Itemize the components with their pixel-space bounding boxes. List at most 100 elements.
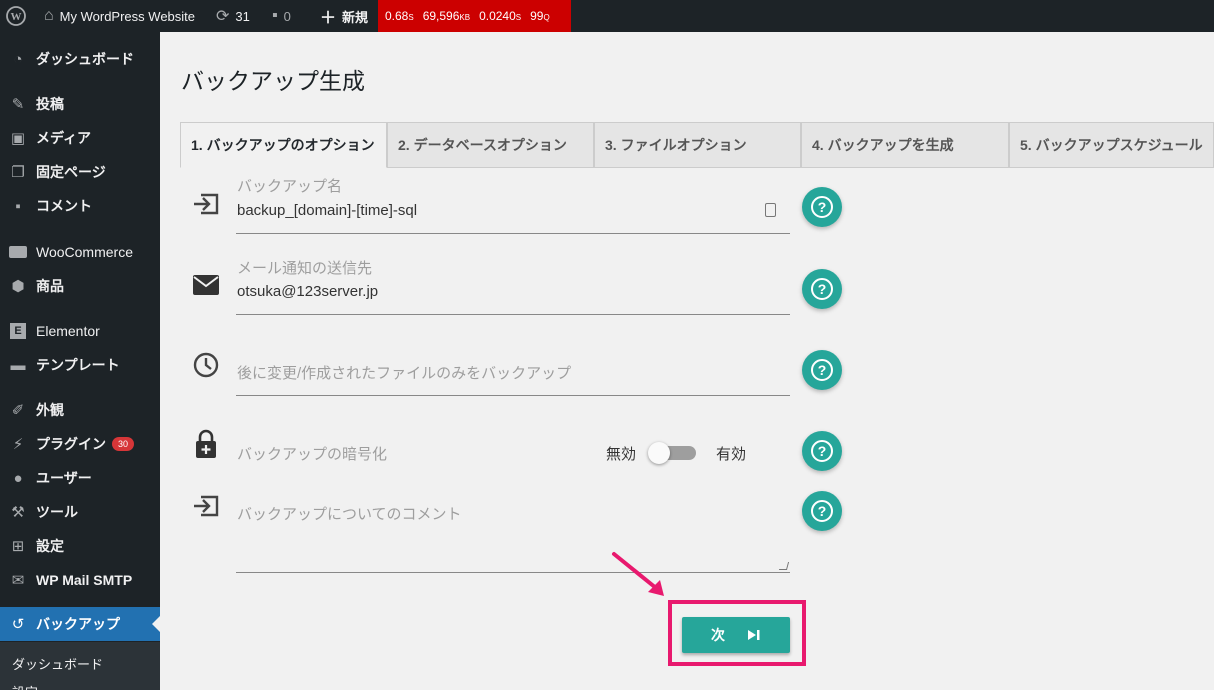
sidebar-item-backup[interactable]: ↺ バックアップ — [0, 607, 160, 641]
next-button-label: 次 — [711, 627, 725, 643]
email-input[interactable]: otsuka@123server.jp — [236, 276, 790, 315]
plugin-update-badge: 30 — [112, 437, 135, 451]
sidebar-item-label: コメント — [36, 198, 92, 214]
sidebar-item-wp-mail-smtp[interactable]: ✉ WP Mail SMTP — [0, 563, 160, 597]
admin-bar: W ⌂ My WordPress Website ⟳ 31 ▪ 0 ＋ 新規 0… — [0, 0, 1214, 32]
sidebar-item-posts[interactable]: ✎ 投稿 — [0, 87, 160, 121]
settings-icon: ⊞ — [11, 538, 25, 555]
submenu-item-dashboard[interactable]: ダッシュボード — [12, 654, 103, 673]
backup-name-input[interactable]: backup_[domain]-[time]-sql — [236, 196, 790, 234]
comment-icon: ▪ — [15, 197, 21, 215]
resize-handle-icon[interactable] — [778, 562, 790, 570]
updates-link[interactable]: ⟳ 31 — [216, 0, 250, 32]
sidebar-item-label: ダッシュボード — [36, 51, 134, 67]
pages-icon: ❐ — [11, 164, 25, 181]
comment-bubble-icon: ▪ — [272, 7, 278, 24]
sidebar-item-woocommerce[interactable]: WooCommerce — [0, 235, 160, 269]
wordpress-logo-icon[interactable]: W — [6, 0, 26, 32]
encryption-on-label: 有効 — [716, 446, 747, 463]
backup-icon: ↺ — [11, 616, 25, 633]
comment-textarea[interactable]: バックアップについてのコメント — [236, 496, 790, 573]
help-button-encryption[interactable]: ? — [802, 431, 842, 471]
sidebar-item-label: ユーザー — [36, 470, 92, 486]
plugin-icon: ⚡ — [12, 436, 24, 453]
sidebar-item-label: メディア — [36, 130, 92, 146]
sidebar-item-settings[interactable]: ⊞ 設定 — [0, 529, 160, 563]
modified-files-input[interactable]: 後に変更/作成されたファイルのみをバックアップ — [236, 356, 790, 396]
sidebar-item-label: Elementor — [36, 323, 100, 339]
user-icon: ● — [13, 469, 23, 487]
tab-backup-options[interactable]: 1. バックアップのオプション — [180, 122, 387, 168]
qm-memory: 69,596KB — [422, 9, 471, 23]
email-icon — [190, 271, 222, 299]
sidebar-item-comments[interactable]: ▪ コメント — [0, 189, 160, 223]
sidebar-item-label: ツール — [36, 504, 78, 520]
sidebar-item-label: WP Mail SMTP — [36, 572, 133, 588]
query-monitor-stats[interactable]: 0.68S 69,596KB 0.0240S 99Q — [378, 0, 571, 32]
autofill-icon[interactable] — [765, 203, 776, 217]
backup-name-label: バックアップ名 — [237, 178, 343, 195]
brush-icon: ✐ — [11, 402, 25, 419]
help-button-email[interactable]: ? — [802, 269, 842, 309]
new-label: 新規 — [342, 9, 369, 25]
refresh-icon: ⟳ — [216, 8, 230, 25]
sidebar-item-label: 固定ページ — [36, 164, 106, 180]
comment-placeholder: バックアップについてのコメント — [237, 506, 462, 523]
admin-sidebar: ◔ ダッシュボード ✎ 投稿 ▣ メディア ❐ 固定ページ ▪ コメント Woo… — [0, 32, 160, 690]
sidebar-item-products[interactable]: ⬢ 商品 — [0, 269, 160, 303]
email-label: メール通知の送信先 — [237, 260, 373, 277]
site-name-link[interactable]: ⌂ My WordPress Website — [44, 0, 195, 32]
question-icon: ? — [811, 440, 833, 462]
backup-submenu: ダッシュボード 設定 — [0, 642, 160, 690]
sidebar-item-label: WooCommerce — [36, 244, 133, 260]
tab-file-options[interactable]: 3. ファイルオプション — [594, 122, 801, 168]
sidebar-item-media[interactable]: ▣ メディア — [0, 121, 160, 155]
qm-db-time: 0.0240S — [479, 9, 522, 23]
tab-database-options[interactable]: 2. データベースオプション — [387, 122, 594, 168]
qm-queries: 99Q — [530, 9, 550, 23]
media-icon: ▣ — [10, 130, 26, 147]
encryption-label: バックアップの暗号化 — [237, 446, 388, 463]
help-button-backup-name[interactable]: ? — [802, 187, 842, 227]
sidebar-item-plugins[interactable]: ⚡ プラグイン 30 — [0, 427, 160, 461]
modified-files-placeholder: 後に変更/作成されたファイルのみをバックアップ — [237, 365, 572, 382]
sidebar-item-label: 外観 — [36, 402, 64, 418]
sidebar-item-appearance[interactable]: ✐ 外観 — [0, 393, 160, 427]
sidebar-item-label: 投稿 — [36, 96, 64, 112]
site-name: My WordPress Website — [59, 8, 196, 24]
annotation-arrow-icon — [612, 552, 664, 596]
question-icon: ? — [811, 359, 833, 381]
tab-generate-backup[interactable]: 4. バックアップを生成 — [801, 122, 1009, 168]
encryption-toggle-knob[interactable] — [648, 442, 670, 464]
dashboard-icon: ◔ — [13, 50, 23, 68]
page-title: バックアップ生成 — [181, 68, 365, 94]
sidebar-item-label: バックアップ — [36, 616, 120, 632]
sidebar-item-tools[interactable]: ⚒ ツール — [0, 495, 160, 529]
question-icon: ? — [811, 278, 833, 300]
sidebar-item-dashboard[interactable]: ◔ ダッシュボード — [0, 42, 160, 76]
submenu-item-settings[interactable]: 設定 — [12, 682, 38, 690]
help-button-modified-files[interactable]: ? — [802, 350, 842, 390]
email-value: otsuka@123server.jp — [237, 283, 379, 300]
new-content-link[interactable]: ＋ 新規 — [320, 0, 368, 32]
next-button[interactable]: 次 — [682, 617, 790, 653]
comments-link[interactable]: ▪ 0 — [272, 0, 291, 32]
sidebar-item-pages[interactable]: ❐ 固定ページ — [0, 155, 160, 189]
sidebar-item-label: プラグイン — [36, 436, 106, 452]
encryption-off-label: 無効 — [606, 446, 637, 463]
elementor-icon: E — [0, 323, 36, 339]
backup-name-value: backup_[domain]-[time]-sql — [237, 202, 418, 219]
sidebar-item-templates[interactable]: ▬ テンプレート — [0, 348, 160, 382]
qm-time: 0.68S — [385, 9, 414, 23]
plus-icon: ＋ — [320, 10, 337, 27]
question-icon: ? — [811, 196, 833, 218]
folder-icon: ▬ — [10, 356, 26, 374]
pin-icon: ✎ — [11, 96, 25, 113]
sidebar-item-elementor[interactable]: E Elementor — [0, 314, 160, 348]
svg-text:W: W — [11, 11, 22, 23]
help-button-comment[interactable]: ? — [802, 491, 842, 531]
sidebar-item-users[interactable]: ● ユーザー — [0, 461, 160, 495]
lock-icon — [190, 429, 222, 458]
tab-backup-schedule[interactable]: 5. バックアップスケジュール — [1009, 122, 1214, 168]
sidebar-item-label: 設定 — [36, 538, 64, 554]
